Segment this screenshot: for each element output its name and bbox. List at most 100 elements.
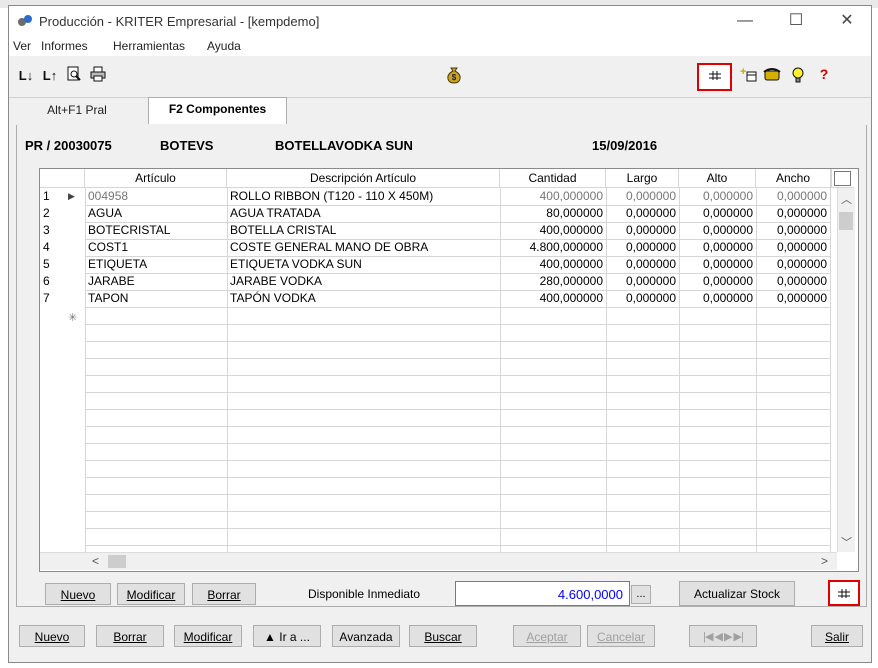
- cell-articulo[interactable]: JARABE: [85, 273, 227, 290]
- cell-largo[interactable]: 0,000000: [606, 290, 679, 307]
- cancelar-button[interactable]: Cancelar: [587, 625, 655, 647]
- cell-cantidad[interactable]: 400,000000: [500, 222, 606, 239]
- cell-n[interactable]: 5: [40, 256, 60, 273]
- cell-articulo[interactable]: COST1: [85, 239, 227, 256]
- table-row[interactable]: 5 ETIQUETA ETIQUETA VODKA SUN 400,000000 0,0…: [40, 256, 830, 273]
- cell-cantidad[interactable]: 400,000000: [500, 188, 606, 205]
- cell-alto[interactable]: 0,000000: [679, 273, 756, 290]
- horizontal-scroll-thumb[interactable]: [108, 555, 126, 568]
- borrar-button[interactable]: Borrar: [96, 625, 164, 647]
- cell-descripcion[interactable]: ETIQUETA VODKA SUN: [227, 256, 500, 273]
- maximize-button[interactable]: ☐: [774, 8, 818, 34]
- cell-descripcion[interactable]: COSTE GENERAL MANO DE OBRA: [227, 239, 500, 256]
- record-navigator[interactable]: |◀ ◀ ▶ ▶|: [689, 625, 757, 647]
- menu-ayuda[interactable]: Ayuda: [207, 39, 241, 53]
- cell-n[interactable]: 6: [40, 273, 60, 290]
- nuevo-button[interactable]: Nuevo: [19, 625, 85, 647]
- money-bag-icon[interactable]: $: [443, 66, 465, 86]
- cell-cantidad[interactable]: 400,000000: [500, 256, 606, 273]
- cell-ancho[interactable]: 0,000000: [756, 205, 830, 222]
- table-row[interactable]: 7 TAPON TAPÓN VODKA 400,000000 0,000000 0,000…: [40, 290, 830, 307]
- lightbulb-icon[interactable]: [787, 66, 809, 86]
- cell-ancho[interactable]: 0,000000: [756, 239, 830, 256]
- cell-cantidad[interactable]: 400,000000: [500, 290, 606, 307]
- avanzada-button[interactable]: Avanzada: [332, 625, 400, 647]
- tab-componentes[interactable]: F2 Componentes: [148, 97, 287, 124]
- sort-descending-icon[interactable]: L↑: [39, 66, 61, 86]
- cell-largo[interactable]: 0,000000: [606, 205, 679, 222]
- cell-alto[interactable]: 0,000000: [679, 239, 756, 256]
- cell-n[interactable]: 7: [40, 290, 60, 307]
- cell-articulo[interactable]: 004958: [85, 188, 227, 205]
- cell-largo[interactable]: 0,000000: [606, 222, 679, 239]
- cell-articulo[interactable]: TAPON: [85, 290, 227, 307]
- phone-icon[interactable]: [761, 66, 783, 86]
- cell-n[interactable]: 4: [40, 239, 60, 256]
- cell-articulo[interactable]: AGUA: [85, 205, 227, 222]
- panel-nuevo-button[interactable]: Nuevo: [45, 583, 111, 605]
- horizontal-scrollbar[interactable]: < >: [40, 552, 837, 570]
- cell-alto[interactable]: 0,000000: [679, 222, 756, 239]
- cell-descripcion[interactable]: TAPÓN VODKA: [227, 290, 500, 307]
- menu-herramientas[interactable]: Herramientas: [113, 39, 185, 53]
- cell-articulo[interactable]: BOTECRISTAL: [85, 222, 227, 239]
- table-row[interactable]: 2 AGUA AGUA TRATADA 80,000000 0,000000 0,0000…: [40, 205, 830, 222]
- cell-ancho[interactable]: 0,000000: [756, 256, 830, 273]
- cell-ancho[interactable]: 0,000000: [756, 290, 830, 307]
- buscar-button[interactable]: Buscar: [409, 625, 477, 647]
- aceptar-button[interactable]: Aceptar: [513, 625, 581, 647]
- cell-articulo[interactable]: ETIQUETA: [85, 256, 227, 273]
- cell-largo[interactable]: 0,000000: [606, 239, 679, 256]
- panel-modificar-button[interactable]: Modificar: [117, 583, 185, 605]
- disponible-ellipsis-button[interactable]: ...: [631, 585, 651, 604]
- cell-largo[interactable]: 0,000000: [606, 188, 679, 205]
- cell-n[interactable]: 3: [40, 222, 60, 239]
- cell-cantidad[interactable]: 80,000000: [500, 205, 606, 222]
- cell-cantidad[interactable]: 4.800,000000: [500, 239, 606, 256]
- cell-largo[interactable]: 0,000000: [606, 256, 679, 273]
- scroll-up-arrow-icon[interactable]: ︿: [841, 191, 852, 207]
- ir-a-button[interactable]: ▲ Ir a ...: [253, 625, 321, 647]
- printer-icon[interactable]: [87, 66, 109, 86]
- table-row[interactable]: 4 COST1 COSTE GENERAL MANO DE OBRA 4.800,00…: [40, 239, 830, 256]
- cell-ancho[interactable]: 0,000000: [756, 273, 830, 290]
- scroll-left-arrow-icon[interactable]: <: [92, 554, 99, 568]
- disponible-value-field[interactable]: 4.600,0000: [455, 581, 630, 606]
- cell-alto[interactable]: 0,000000: [679, 205, 756, 222]
- salir-button[interactable]: Salir: [811, 625, 863, 647]
- grid-columns-icon[interactable]: [697, 63, 732, 91]
- vertical-scrollbar[interactable]: ︿ ﹀: [837, 188, 855, 552]
- cell-cantidad[interactable]: 280,000000: [500, 273, 606, 290]
- panel-grid-columns-icon[interactable]: [828, 580, 860, 606]
- cell-ancho[interactable]: 0,000000: [756, 188, 830, 205]
- tab-principal[interactable]: Alt+F1 Pral: [41, 99, 113, 121]
- scroll-down-arrow-icon[interactable]: ﹀: [841, 534, 852, 550]
- modificar-button[interactable]: Modificar: [174, 625, 242, 647]
- cell-descripcion[interactable]: BOTELLA CRISTAL: [227, 222, 500, 239]
- cell-ancho[interactable]: 0,000000: [756, 222, 830, 239]
- cell-descripcion[interactable]: JARABE VODKA: [227, 273, 500, 290]
- cell-n[interactable]: 2: [40, 205, 60, 222]
- help-icon[interactable]: ?: [813, 66, 835, 86]
- actualizar-stock-button[interactable]: Actualizar Stock: [679, 581, 795, 606]
- table-row[interactable]: 3 BOTECRISTAL BOTELLA CRISTAL 400,000000 0,0…: [40, 222, 830, 239]
- menu-ver[interactable]: Ver: [13, 39, 31, 53]
- cell-alto[interactable]: 0,000000: [679, 188, 756, 205]
- sort-ascending-icon[interactable]: L↓: [15, 66, 37, 86]
- scroll-right-arrow-icon[interactable]: >: [821, 554, 828, 568]
- panel-borrar-button[interactable]: Borrar: [192, 583, 256, 605]
- vertical-scroll-thumb[interactable]: [839, 212, 853, 230]
- cell-largo[interactable]: 0,000000: [606, 273, 679, 290]
- print-preview-icon[interactable]: [63, 66, 85, 86]
- add-new-icon[interactable]: +: [737, 66, 759, 86]
- menu-informes[interactable]: Informes: [41, 39, 88, 53]
- table-row[interactable]: 6 JARABE JARABE VODKA 280,000000 0,000000 0,0…: [40, 273, 830, 290]
- cell-descripcion[interactable]: AGUA TRATADA: [227, 205, 500, 222]
- cell-alto[interactable]: 0,000000: [679, 256, 756, 273]
- table-row[interactable]: 1 004958 ROLLO RIBBON (T120 - 110 X 450M) 4…: [40, 188, 830, 205]
- cell-descripcion[interactable]: ROLLO RIBBON (T120 - 110 X 450M): [227, 188, 500, 205]
- cell-alto[interactable]: 0,000000: [679, 290, 756, 307]
- cell-n[interactable]: 1: [40, 188, 60, 205]
- minimize-button[interactable]: —: [723, 8, 767, 34]
- close-button[interactable]: ✕: [825, 8, 869, 34]
